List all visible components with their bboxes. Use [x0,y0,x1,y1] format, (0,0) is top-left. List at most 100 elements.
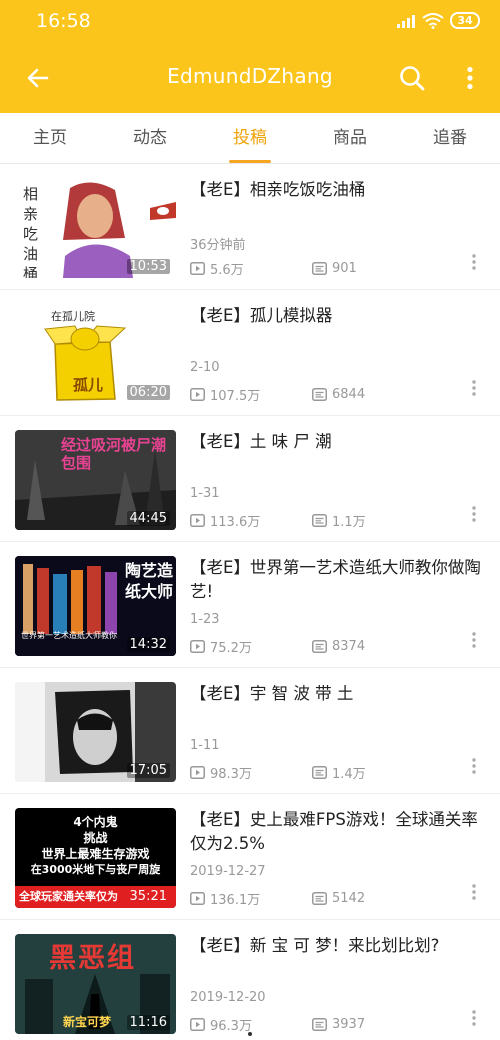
video-date: 2019-12-20 [190,990,266,1005]
play-icon [190,892,205,905]
video-title[interactable]: 【老E】新 宝 可 梦！来比划比划? [190,934,484,958]
view-count: 5.6万 [210,263,244,278]
tab-home[interactable]: 主页 [0,113,100,163]
video-more-button[interactable] [466,250,482,274]
danmaku-count: 1.4万 [332,767,366,782]
video-date: 36分钟前 [190,238,246,253]
danmaku-icon [312,514,327,527]
danmaku-count: 901 [332,261,357,276]
more-vert-icon [472,506,476,522]
video-duration: 06:20 [126,385,170,400]
view-count: 98.3万 [210,767,252,782]
danmaku-count: 8374 [332,639,366,654]
video-item[interactable]: 4个内鬼 挑战 世界上最难生存游戏 在3000米地下与丧尸周旋 全球玩家通关率仅… [0,794,500,920]
danmaku-count: 3937 [332,1017,366,1032]
video-thumbnail[interactable]: 在孤儿院 孤儿 06:20 [15,304,176,404]
video-stats: 98.3万 1.4万 [190,763,440,782]
profile-tabs: 主页 动态 投稿 商品 追番 [0,113,500,164]
play-icon [190,766,205,779]
play-icon [190,388,205,401]
thumbnail-text: 在孤儿院 [51,310,95,323]
thumbnail-text: 世界第一艺术造纸大师教你 [21,631,117,640]
danmaku-icon [312,640,327,653]
video-date: 1-31 [190,486,220,501]
video-more-button[interactable] [466,628,482,652]
play-icon [190,514,205,527]
video-thumbnail[interactable]: 陶艺造纸大师 世界第一艺术造纸大师教你 14:32 [15,556,176,656]
wifi-icon [422,12,444,29]
thumbnail-text: 陶艺造纸大师 [125,561,174,601]
thumbnail-text: 黑恶组 [49,943,136,974]
tab-uploads[interactable]: 投稿 [200,113,300,163]
thumbnail-line: 世界上最难生存游戏 [41,847,150,861]
video-title[interactable]: 【老E】史上最难FPS游戏！全球通关率仅为2.5% [190,808,484,856]
video-more-button[interactable] [466,376,482,400]
view-count: 113.6万 [210,515,261,530]
video-stats: 5.6万 901 [190,259,440,278]
video-more-button[interactable] [466,502,482,526]
video-date: 1-23 [190,612,220,627]
thumbnail-text: 经过吸河被尸潮包围 [61,436,167,472]
video-stats: 113.6万 1.1万 [190,511,440,530]
view-count: 107.5万 [210,389,261,404]
video-thumbnail[interactable]: 相亲吃油桶 10:53 [15,178,176,278]
video-thumbnail[interactable]: 经过吸河被尸潮包围 44:45 [15,430,176,530]
video-more-button[interactable] [466,880,482,904]
status-bar: 16:58 34 [0,0,500,44]
video-stats: 75.2万 8374 [190,637,440,656]
thumbnail-text: 孤儿 [73,376,104,394]
app-bar: EdmundDZhang [0,44,500,113]
play-icon [190,262,205,275]
status-icons: 34 [396,12,480,29]
tab-bangumi[interactable]: 追番 [400,113,500,163]
scroll-indicator [248,1032,252,1036]
tab-shop[interactable]: 商品 [300,113,400,163]
thumbnail-line: 在3000米地下与丧尸周旋 [30,863,161,876]
danmaku-count: 6844 [332,387,366,402]
video-thumbnail[interactable]: 17:05 [15,682,176,782]
video-duration: 17:05 [126,763,170,778]
video-item[interactable]: 17:05 【老E】宇 智 波 带 土 1-11 98.3万 1.4万 [0,668,500,794]
video-item[interactable]: 经过吸河被尸潮包围 44:45 【老E】土 味 尸 潮 1-31 113.6万 … [0,416,500,542]
search-button[interactable] [392,58,432,98]
video-title[interactable]: 【老E】宇 智 波 带 土 [190,682,484,706]
video-title[interactable]: 【老E】孤儿模拟器 [190,304,484,328]
video-duration: 10:53 [126,259,170,274]
video-title[interactable]: 【老E】世界第一艺术造纸大师教你做陶艺! [190,556,484,604]
more-vert-icon [472,758,476,774]
danmaku-count: 1.1万 [332,515,366,530]
video-duration: 35:21 [129,889,167,904]
video-stats: 136.1万 5142 [190,889,440,908]
top-bar: 16:58 34 EdmundDZhang [0,0,500,113]
video-title[interactable]: 【老E】相亲吃饭吃油桶 [190,178,484,202]
video-thumbnail[interactable]: 4个内鬼 挑战 世界上最难生存游戏 在3000米地下与丧尸周旋 全球玩家通关率仅… [15,808,176,908]
video-item[interactable]: 相亲吃油桶 10:53 【老E】相亲吃饭吃油桶 36分钟前 5.6万 901 [0,164,500,290]
video-more-button[interactable] [466,754,482,778]
more-vert-icon [472,884,476,900]
thumbnail-text: 相亲吃油桶 [23,185,39,278]
danmaku-icon [312,388,327,401]
danmaku-icon [312,892,327,905]
more-vert-icon [472,632,476,648]
video-more-button[interactable] [466,1006,482,1030]
more-vert-icon [472,254,476,270]
tab-dynamics[interactable]: 动态 [100,113,200,163]
thumbnail-text: 新宝可梦 [63,1015,112,1029]
video-date: 1-11 [190,738,220,753]
view-count: 136.1万 [210,893,261,908]
view-count: 75.2万 [210,641,252,656]
more-vert-icon [472,1010,476,1026]
video-thumbnail[interactable]: 黑恶组 新宝可梦 11:16 [15,934,176,1034]
video-stats: 107.5万 6844 [190,385,440,404]
video-item[interactable]: 陶艺造纸大师 世界第一艺术造纸大师教你 14:32 【老E】世界第一艺术造纸大师… [0,542,500,668]
more-menu-button[interactable] [454,58,486,98]
thumbnail-line: 挑战 [83,831,108,845]
video-title[interactable]: 【老E】土 味 尸 潮 [190,430,484,454]
signal-icon [397,14,415,28]
video-item[interactable]: 黑恶组 新宝可梦 11:16 【老E】新 宝 可 梦！来比划比划? 2019-1… [0,920,500,1040]
danmaku-count: 5142 [332,891,366,906]
video-list: 相亲吃油桶 10:53 【老E】相亲吃饭吃油桶 36分钟前 5.6万 901 在… [0,164,500,1040]
video-item[interactable]: 在孤儿院 孤儿 06:20 【老E】孤儿模拟器 2-10 107.5万 6844 [0,290,500,416]
more-vert-icon [467,66,473,90]
video-stats: 96.3万 3937 [190,1015,440,1034]
